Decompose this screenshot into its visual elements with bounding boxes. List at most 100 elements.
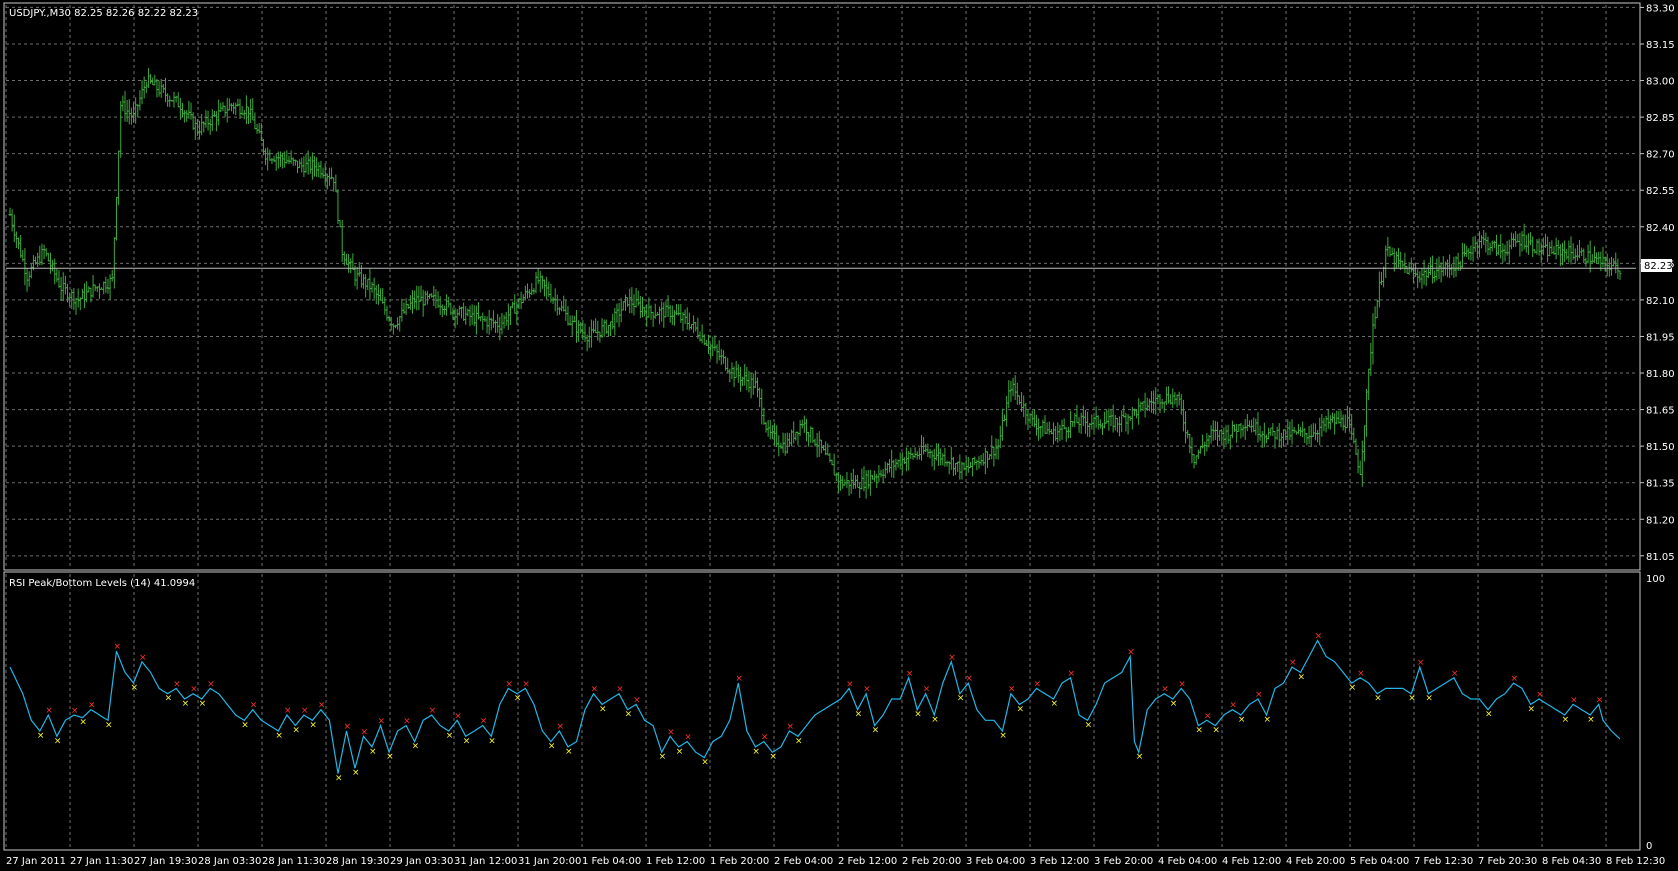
time-axis-label: 3 Feb 12:00 — [1030, 856, 1089, 867]
rsi-bottom-marker: × — [275, 731, 283, 741]
rsi-peak-marker: × — [454, 711, 462, 721]
rsi-bottom-marker: × — [1298, 672, 1306, 682]
price-axis-label: 81.35 — [1646, 479, 1675, 490]
rsi-bottom-marker: × — [514, 694, 522, 704]
rsi-bottom-marker: × — [488, 736, 496, 746]
rsi-bottom-marker: × — [957, 694, 965, 704]
rsi-bottom-marker: × — [199, 699, 207, 709]
time-axis-label: 31 Jan 20:00 — [518, 856, 581, 867]
time-axis-label: 8 Feb 04:30 — [1542, 856, 1601, 867]
time-axis-label: 29 Jan 03:30 — [390, 856, 453, 867]
price-axis-label: 81.80 — [1646, 369, 1675, 380]
rsi-peak-marker: × — [591, 685, 599, 695]
rsi-axis-label-100: 100 — [1646, 574, 1665, 585]
rsi-peak-marker: × — [1536, 690, 1544, 700]
time-axis-label: 5 Feb 04:00 — [1350, 856, 1409, 867]
time-axis-label: 7 Feb 12:30 — [1414, 856, 1473, 867]
rsi-peak-marker: × — [250, 701, 258, 711]
time-axis-label: 4 Feb 12:00 — [1222, 856, 1281, 867]
rsi-peak-marker: × — [318, 701, 326, 711]
rsi-bottom-marker: × — [241, 720, 249, 730]
rsi-bottom-marker: × — [999, 731, 1007, 741]
rsi-bottom-marker: × — [446, 731, 454, 741]
time-axis-label: 3 Feb 04:00 — [966, 856, 1025, 867]
rsi-bottom-marker: × — [1212, 726, 1220, 736]
rsi-bottom-marker: × — [1349, 683, 1357, 693]
rsi-peak-marker: × — [1596, 695, 1604, 705]
rsi-peak-marker: × — [403, 717, 411, 727]
rsi-peak-marker: × — [88, 701, 96, 711]
rsi-bottom-marker: × — [676, 747, 684, 757]
rsi-peak-marker: × — [45, 706, 53, 716]
rsi-bottom-marker: × — [1425, 694, 1433, 704]
rsi-peak-marker: × — [1451, 669, 1459, 679]
rsi-bottom-marker: × — [1374, 694, 1382, 704]
rsi-bottom-marker: × — [1195, 726, 1203, 736]
rsi-bottom-marker: × — [565, 747, 573, 757]
rsi-bottom-marker: × — [1485, 710, 1493, 720]
time-axis-label: 2 Feb 20:00 — [902, 856, 961, 867]
rsi-bottom-marker: × — [1263, 715, 1271, 725]
trading-chart[interactable]: × × × × × × × × × × × × × × × × × × × × × × × × × × × × × × × × × × × × × × × ×… — [0, 0, 1678, 871]
time-axis-label: 28 Jan 19:30 — [326, 856, 389, 867]
rsi-bottom-marker: × — [931, 715, 939, 725]
rsi-peak-marker: × — [343, 722, 351, 732]
rsi-bottom-marker: × — [769, 752, 777, 762]
time-axis-label: 27 Jan 11:30 — [70, 856, 133, 867]
time-axis-label: 4 Feb 04:00 — [1158, 856, 1217, 867]
price-axis-label: 81.50 — [1646, 442, 1675, 453]
rsi-bottom-marker: × — [131, 683, 139, 693]
rsi-axis-label-0: 0 — [1646, 841, 1652, 852]
rsi-bottom-marker: × — [1238, 715, 1246, 725]
time-axis-label: 3 Feb 20:00 — [1094, 856, 1153, 867]
rsi-bottom-marker: × — [701, 758, 709, 768]
price-axis-label: 83.00 — [1646, 77, 1675, 88]
rsi-peak-marker: × — [1127, 647, 1135, 657]
rsi-peak-marker: × — [173, 679, 181, 689]
rsi-bottom-marker: × — [1085, 720, 1093, 730]
rsi-bottom-marker: × — [165, 694, 173, 704]
rsi-peak-marker: × — [846, 679, 854, 689]
rsi-bottom-marker: × — [1528, 704, 1536, 714]
time-axis-label: 2 Feb 04:00 — [774, 856, 833, 867]
rsi-peak-marker: × — [1033, 679, 1041, 689]
rsi-bottom-marker: × — [1587, 715, 1595, 725]
main-chart-header: USDJPY.,M30 82.25 82.26 82.22 82.23 — [9, 8, 198, 19]
rsi-peak-marker: × — [863, 685, 871, 695]
rsi-bottom-marker: × — [105, 720, 113, 730]
rsi-peak-marker: × — [1255, 690, 1263, 700]
rsi-bottom-marker: × — [352, 768, 360, 778]
rsi-bottom-marker: × — [625, 710, 633, 720]
rsi-peak-marker: × — [948, 653, 956, 663]
rsi-peak-marker: × — [522, 679, 530, 689]
rsi-peak-marker: × — [1570, 695, 1578, 705]
rsi-peak-marker: × — [1357, 669, 1365, 679]
price-axis-label: 82.70 — [1646, 150, 1675, 161]
rsi-peak-marker: × — [965, 674, 973, 684]
current-price-tag: 82.23 — [1641, 259, 1673, 272]
rsi-peak-marker: × — [1289, 658, 1297, 668]
rsi-bottom-marker: × — [369, 747, 377, 757]
rsi-bottom-marker: × — [599, 704, 607, 714]
rsi-bottom-marker: × — [292, 726, 300, 736]
rsi-bottom-marker: × — [1136, 752, 1144, 762]
rsi-bottom-marker: × — [659, 752, 667, 762]
rsi-bottom-marker: × — [914, 710, 922, 720]
time-axis-label: 2 Feb 12:00 — [838, 856, 897, 867]
rsi-peak-marker: × — [139, 653, 147, 663]
rsi-bottom-marker: × — [412, 742, 420, 752]
rsi-bottom-marker: × — [1408, 694, 1416, 704]
rsi-peak-marker: × — [301, 706, 309, 716]
rsi-peak-marker: × — [786, 722, 794, 732]
time-axis-label: 7 Feb 20:30 — [1478, 856, 1537, 867]
time-axis-label: 1 Feb 04:00 — [582, 856, 641, 867]
rsi-bottom-marker: × — [855, 710, 863, 720]
rsi-peak-marker: × — [1204, 711, 1212, 721]
rsi-peak-marker: × — [1178, 679, 1186, 689]
price-axis-label: 82.55 — [1646, 186, 1675, 197]
rsi-peak-marker: × — [113, 642, 121, 652]
rsi-peak-marker: × — [378, 717, 386, 727]
rsi-peak-marker: × — [1417, 658, 1425, 668]
time-axis-label: 27 Jan 2011 — [6, 856, 66, 867]
rsi-peak-marker: × — [761, 733, 769, 743]
